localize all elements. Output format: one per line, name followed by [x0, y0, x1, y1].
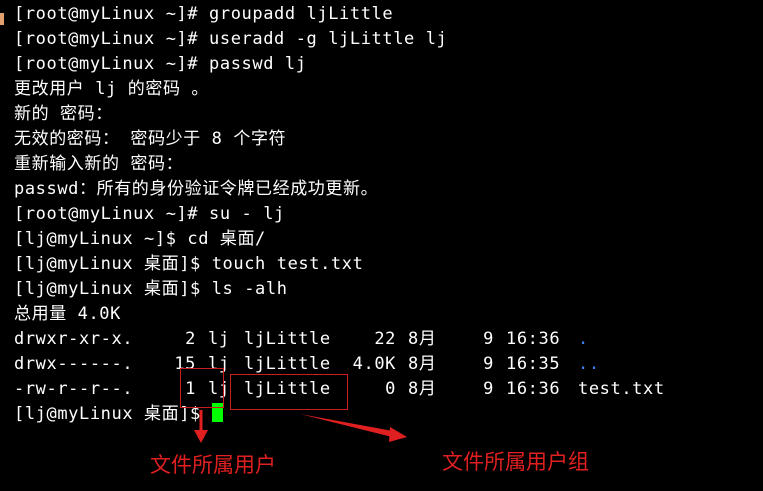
terminal-line-groupadd: [root@myLinux ~]# groupadd ljLittle — [14, 4, 394, 24]
terminal-prompt-line[interactable]: [lj@myLinux 桌面]$ — [14, 402, 763, 427]
owner-annotation-label: 文件所属用户 — [150, 453, 276, 477]
terminal-line-useradd: [root@myLinux ~]# useradd -g ljLittle lj — [14, 29, 448, 49]
ls-time: 16:36 — [506, 379, 561, 399]
terminal-line-change-password: 更改用户 lj 的密码 。 — [14, 79, 209, 99]
ls-month: 8月 — [408, 329, 437, 349]
ls-size: 22 — [374, 329, 396, 349]
ls-day: 9 — [483, 379, 494, 399]
ls-time: 16:35 — [506, 354, 561, 374]
group-arrow-head — [389, 427, 407, 442]
group-annotation-label: 文件所属用户组 — [442, 450, 589, 474]
group-highlight-box — [230, 374, 348, 410]
ls-perms: drwx------. — [14, 354, 134, 374]
terminal-line-touch: [lj@myLinux 桌面]$ touch test.txt — [14, 254, 364, 274]
owner-arrow-head — [194, 430, 208, 443]
terminal-line-ls: [lj@myLinux 桌面]$ ls -alh — [14, 279, 288, 299]
terminal-line-passwd: [root@myLinux ~]# passwd lj — [14, 54, 307, 74]
ls-perms: -rw-r--r--. — [14, 379, 134, 399]
ls-time: 16:36 — [506, 329, 561, 349]
ls-day: 9 — [483, 329, 494, 349]
terminal-line-passwd-success: passwd：所有的身份验证令牌已经成功更新。 — [14, 179, 379, 199]
ls-row: drwxr-xr-x. 2 lj ljLittle 22 8月 9 16:36 … — [14, 327, 763, 352]
terminal-line-cd: [lj@myLinux ~]$ cd 桌面/ — [14, 229, 266, 249]
terminal-line-su: [root@myLinux ~]# su - lj — [14, 204, 285, 224]
ls-row: drwx------. 15 lj ljLittle 4.0K 8月 9 16:… — [14, 352, 763, 377]
ls-perms: drwxr-xr-x. — [14, 329, 134, 349]
ls-day: 9 — [483, 354, 494, 374]
terminal-line-invalid-password: 无效的密码： 密码少于 8 个字符 — [14, 129, 287, 149]
terminal-line-new-password: 新的 密码： — [14, 104, 113, 124]
ls-size: 4.0K — [352, 354, 396, 374]
ls-name[interactable]: .. — [566, 352, 600, 377]
ls-month: 8月 — [408, 354, 437, 374]
ls-links: 2 — [185, 329, 196, 349]
terminal-window[interactable]: [root@myLinux ~]# groupadd ljLittle [roo… — [0, 0, 763, 491]
ls-group: ljLittle — [244, 329, 331, 349]
ls-name[interactable]: test.txt — [566, 377, 665, 402]
ls-month: 8月 — [408, 379, 437, 399]
owner-highlight-box — [180, 368, 224, 408]
terminal-line-total: 总用量 4.0K — [14, 304, 121, 324]
ls-name[interactable]: . — [566, 327, 589, 352]
window-edge-icon — [0, 13, 4, 25]
terminal-line-retype-password: 重新输入新的 密码： — [14, 154, 184, 174]
ls-owner: lj — [208, 329, 230, 349]
ls-row: -rw-r--r--. 1 lj ljLittle 0 8月 9 16:36 t… — [14, 377, 763, 402]
ls-size: 0 — [385, 379, 396, 399]
